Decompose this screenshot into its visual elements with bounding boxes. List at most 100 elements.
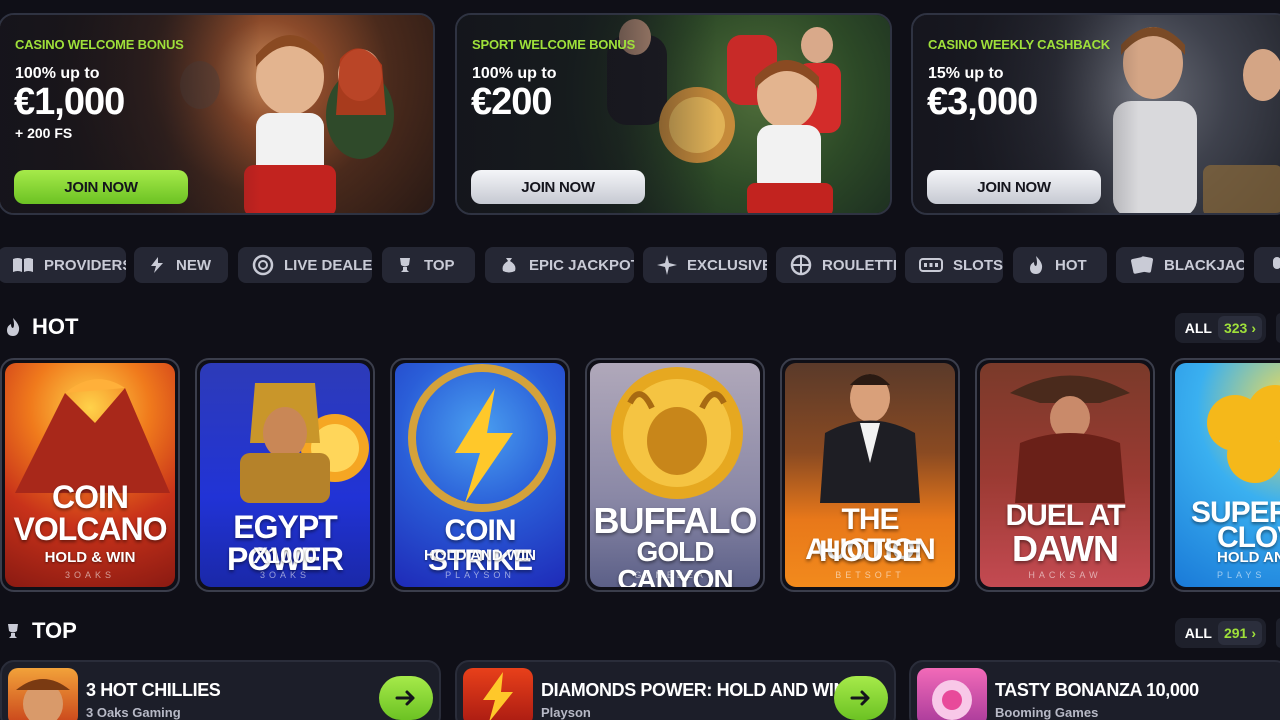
game-title: DUEL AT: [1005, 499, 1125, 532]
trophy-icon: [400, 258, 410, 272]
game-title: COIN STRIKE: [427, 514, 533, 577]
category-label: EPIC JACKPOTS: [529, 256, 634, 274]
sparkle-icon: [657, 255, 677, 275]
game-thumbnail: [917, 668, 987, 720]
join-now-button[interactable]: JOIN NOW: [14, 170, 188, 204]
banner-extra: + 200 FS: [15, 125, 73, 141]
scroll-arrow-button[interactable]: [1276, 313, 1280, 343]
join-now-button[interactable]: JOIN NOW: [927, 170, 1101, 204]
game-provider: 3OAKS: [64, 570, 115, 580]
play-button[interactable]: [379, 676, 433, 720]
top-section-title: TOP: [4, 618, 77, 644]
join-now-button[interactable]: JOIN NOW: [471, 170, 645, 204]
moneybag-icon: [502, 258, 516, 273]
category-new[interactable]: NEW: [134, 247, 228, 283]
game-name: 3 HOT CHILLIES: [86, 680, 221, 700]
hot-section-title: HOT: [4, 314, 78, 340]
banner-amount: €200: [471, 81, 553, 123]
category-label: ROULETTE: [822, 256, 896, 274]
game-card[interactable]: COIN STRIKE HOLD AND WIN PLAYSON: [390, 358, 570, 592]
top-game-card[interactable]: DIAMONDS POWER: HOLD AND WIN Playson: [455, 660, 896, 720]
promo-banners: CASINO WELCOME BONUS 100% up to €1,000 +…: [0, 13, 1280, 215]
game-thumbnail: [463, 668, 533, 720]
game-title-line2: HOUSE: [819, 535, 922, 568]
game-thumbnail: [8, 668, 78, 720]
category-label: EXCLUSIVE: [687, 256, 767, 274]
category-epic-jackpots[interactable]: EPIC JACKPOTS: [485, 247, 634, 283]
top-games-list: 3 HOT CHILLIES 3 Oaks Gaming DIAMONDS PO…: [0, 660, 1280, 720]
roulette-icon: [790, 254, 812, 276]
slot-machine-icon: [919, 258, 943, 272]
banner-tag: CASINO WEEKLY CASHBACK: [928, 37, 1110, 52]
category-live-dealer[interactable]: LIVE DEALER: [238, 247, 372, 283]
book-icon: [13, 258, 33, 272]
game-provider: PLAYSON: [445, 570, 515, 580]
all-label: ALL: [1184, 320, 1212, 336]
banner-tag: CASINO WELCOME BONUS: [15, 37, 184, 52]
category-more[interactable]: [1254, 247, 1280, 283]
category-top[interactable]: TOP: [382, 247, 475, 283]
flame-icon: [7, 318, 20, 336]
category-providers[interactable]: PROVIDERS: [0, 247, 126, 283]
hot-games-row: COIN VOLCANO HOLD & WIN 3OAKS EGYPT POWE…: [0, 358, 1280, 592]
lightning-icon: [151, 257, 163, 273]
game-provider: GAMEBEAT: [634, 570, 716, 580]
category-label: NEW: [176, 256, 211, 274]
arrow-right-icon: [850, 690, 870, 706]
weekly-cashback-banner[interactable]: CASINO WEEKLY CASHBACK 15% up to €3,000 …: [911, 13, 1280, 215]
game-provider: BETSOFT: [835, 570, 905, 580]
top-game-card[interactable]: TASTY BONANZA 10,000 Booming Games: [909, 660, 1280, 720]
category-label: SLOTS: [953, 256, 1003, 274]
trophy-icon: [8, 624, 18, 638]
game-card[interactable]: COIN VOLCANO HOLD & WIN 3OAKS: [0, 358, 180, 592]
mic-icon: [1273, 257, 1280, 269]
game-provider: Booming Games: [995, 705, 1099, 720]
hot-view-all-button[interactable]: ALL 323 ›: [1174, 313, 1266, 343]
game-name: DIAMONDS POWER: HOLD AND WIN: [541, 680, 847, 700]
game-subtitle: HOLD AND WIN: [424, 547, 536, 564]
chip-icon: [252, 254, 274, 276]
game-card[interactable]: SUPERCHA CLOVE HOLD AN PLAYS: [1170, 358, 1280, 592]
game-name: TASTY BONANZA 10,000: [995, 680, 1199, 700]
play-button[interactable]: [834, 676, 888, 720]
game-provider: HACKSAW: [1028, 570, 1102, 580]
game-card[interactable]: DUEL AT DAWN HACKSAW: [975, 358, 1155, 592]
game-provider: Playson: [541, 705, 591, 720]
casino-welcome-banner[interactable]: CASINO WELCOME BONUS 100% up to €1,000 +…: [0, 13, 435, 215]
banner-amount: €1,000: [14, 81, 125, 123]
top-game-card[interactable]: 3 HOT CHILLIES 3 Oaks Gaming: [0, 660, 441, 720]
section-title-text: HOT: [32, 314, 79, 339]
banner-amount: €3,000: [927, 81, 1038, 123]
arrow-right-icon: [395, 690, 415, 706]
category-label: PROVIDERS: [44, 256, 126, 274]
sport-welcome-banner[interactable]: SPORT WELCOME BONUS 100% up to €200 JOIN…: [455, 13, 892, 215]
category-roulette[interactable]: ROULETTE: [776, 247, 896, 283]
chevron-right-icon: ›: [1251, 320, 1256, 336]
category-label: BLACKJACK: [1164, 256, 1244, 274]
game-subtitle: X1000: [253, 543, 317, 568]
top-view-all-button[interactable]: ALL 291 ›: [1174, 618, 1266, 648]
category-blackjack[interactable]: BLACKJACK: [1116, 247, 1244, 283]
game-card[interactable]: EGYPT POWER X1000 3OAKS: [195, 358, 375, 592]
hot-count: 323: [1223, 320, 1248, 336]
all-label: ALL: [1184, 625, 1212, 641]
category-label: TOP: [424, 256, 455, 274]
game-subtitle: HOLD & WIN: [44, 549, 136, 566]
top-count: 291: [1223, 625, 1248, 641]
category-hot[interactable]: HOT: [1013, 247, 1107, 283]
chevron-right-icon: ›: [1251, 625, 1256, 641]
cards-icon: [1131, 256, 1153, 274]
category-label: LIVE DEALER: [284, 256, 372, 274]
flame-icon: [1030, 256, 1043, 274]
section-title-text: TOP: [32, 618, 77, 643]
banner-tag: SPORT WELCOME BONUS: [472, 37, 636, 52]
category-slots[interactable]: SLOTS: [905, 247, 1003, 283]
scroll-arrow-button[interactable]: [1276, 618, 1280, 648]
category-bar: PROVIDERS NEW LIVE DEALER TOP EPIC JACKP…: [0, 247, 1280, 283]
game-card[interactable]: THE AUCTION HOUSE BETSOFT: [780, 358, 960, 592]
game-card[interactable]: BUFFALO GOLD CANYON GAMEBEAT: [585, 358, 765, 592]
game-provider: 3OAKS: [259, 570, 310, 580]
category-exclusive[interactable]: EXCLUSIVE: [643, 247, 767, 283]
game-title: COIN: [52, 479, 129, 515]
game-provider: PLAYS: [1217, 570, 1266, 580]
